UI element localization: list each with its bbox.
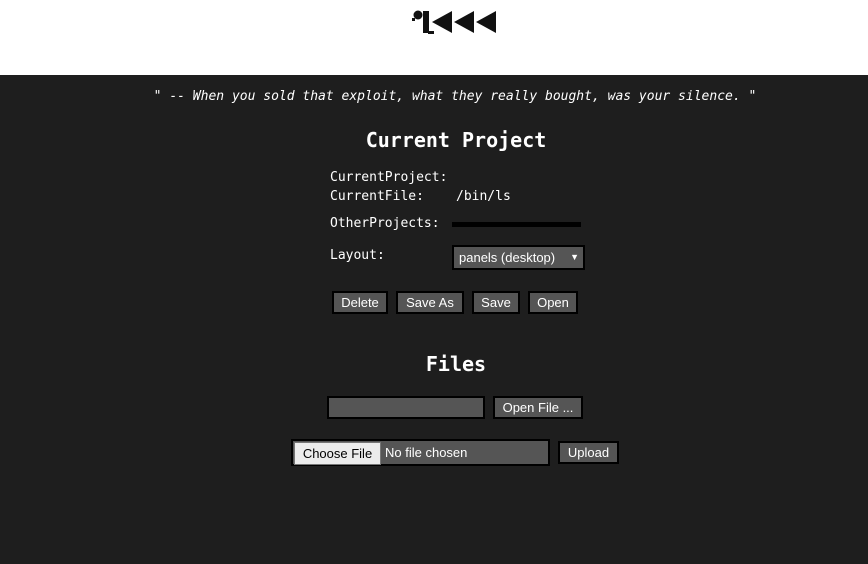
open-button[interactable]: Open: [528, 291, 578, 314]
other-projects-label: OtherProjects:: [330, 216, 440, 231]
upload-button[interactable]: Upload: [558, 441, 619, 464]
current-file-value: /bin/ls: [456, 189, 511, 204]
save-button[interactable]: Save: [472, 291, 520, 314]
choose-file-button[interactable]: Choose File: [294, 442, 381, 465]
header-bar: [0, 0, 868, 75]
rewind-logo-icon: [412, 10, 496, 34]
current-project-title: Current Project: [365, 128, 547, 152]
files-title: Files: [425, 352, 487, 376]
other-projects-select[interactable]: [452, 222, 581, 227]
current-file-label: CurrentFile:: [330, 189, 424, 204]
dropdown-arrow-icon: ▼: [570, 252, 579, 262]
layout-label: Layout:: [330, 248, 385, 263]
file-path-input[interactable]: [327, 396, 485, 419]
quote-text: " -- When you sold that exploit, what th…: [153, 89, 757, 104]
file-chooser-input[interactable]: Choose File No file chosen: [291, 439, 550, 466]
no-file-chosen-text: No file chosen: [385, 445, 468, 460]
current-project-label: CurrentProject:: [330, 170, 448, 185]
delete-button[interactable]: Delete: [332, 291, 388, 314]
layout-select[interactable]: panels (desktop) ▼: [452, 245, 585, 270]
save-as-button[interactable]: Save As: [396, 291, 464, 314]
layout-selected-value: panels (desktop): [459, 250, 556, 265]
open-file-button[interactable]: Open File ...: [493, 396, 583, 419]
